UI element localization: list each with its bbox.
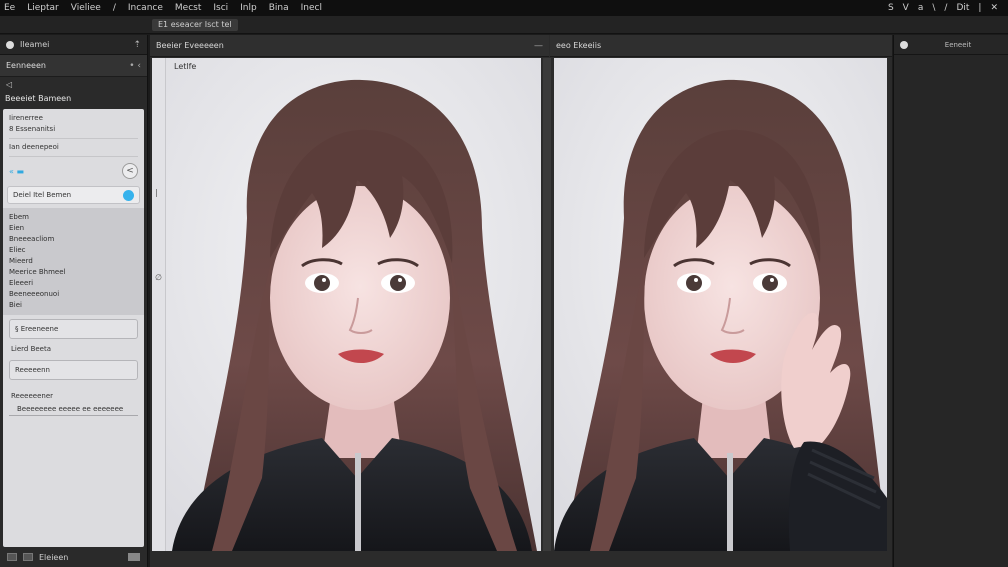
menu-item[interactable]: Bina [269, 3, 289, 13]
field-label: Deiel Itel Bemen [13, 191, 72, 199]
menu-bar: Ee Lieptar Vieliee / Incance Mecst Isci … [0, 0, 1008, 16]
split-divider[interactable] [543, 58, 551, 551]
separator: | [978, 3, 982, 13]
canvas-result[interactable] [554, 58, 887, 551]
menu-item[interactable]: Incance [128, 3, 163, 13]
list-item[interactable]: Biei [3, 300, 144, 311]
photo-editor-app: Ee Lieptar Vieliee / Incance Mecst Isci … [0, 0, 1008, 567]
back-button[interactable]: < [122, 163, 138, 179]
properties-panel: Iirenerree 8 Essenanitsi Ian deenepeoi «… [3, 109, 144, 547]
layer-label: Eenneeen [6, 61, 46, 70]
viewer-title: eeo Ekeeiis [556, 41, 602, 50]
toggle-switch[interactable]: « ▬ [9, 167, 24, 176]
toggle-row: « ▬ < [3, 160, 144, 182]
square-icon[interactable] [23, 553, 33, 561]
viewer-title: Beeier Eveeeeen [156, 41, 224, 50]
close-icon[interactable]: ✕ [990, 3, 998, 13]
layer-row[interactable]: Eenneeen • ‹ [0, 55, 147, 77]
list-item[interactable]: Mieerd [3, 256, 144, 267]
toolbar-icon[interactable]: a [918, 3, 924, 13]
panel-title: Eeneeit [944, 40, 972, 49]
divider [9, 138, 138, 139]
section-title: Beeeiet Bameen [5, 93, 72, 103]
menu-item[interactable]: Isci [213, 3, 228, 13]
list-item[interactable]: Ebem [3, 212, 144, 223]
list-item[interactable]: Eien [3, 223, 144, 234]
menu-item[interactable]: Inecl [301, 3, 322, 13]
property-line: Iirenerree [9, 114, 43, 122]
list-item[interactable]: Beeneeeonuoi [3, 289, 144, 300]
list-item[interactable]: Bneeeacliom [3, 234, 144, 245]
footer-label: Eleieen [39, 552, 69, 562]
toolbar-icon[interactable]: S [888, 3, 894, 13]
panel-header: Eeneeit [894, 35, 1008, 55]
text-input[interactable]: Beeeeeeee eeeee ee eeeeeee [9, 403, 138, 416]
divider [9, 156, 138, 157]
property-line: 8 Essenanitsi [9, 125, 56, 133]
panel-title: Ileamei [20, 40, 50, 49]
field-caption: Lierd Beeta [11, 345, 52, 353]
input-field[interactable]: § Ereeneene [9, 319, 138, 339]
radio-icon[interactable] [6, 40, 14, 49]
list-item[interactable]: Eliec [3, 245, 144, 256]
window-controls: S V a \ / Dit | ✕ [888, 3, 1008, 13]
menu-item[interactable]: Inlp [240, 3, 257, 13]
field-caption: Reeeeeener [11, 392, 54, 400]
canvas-label: Letlfe [174, 62, 197, 71]
viewer-header-right: eeo Ekeeiis [550, 35, 892, 57]
vertical-ruler: | ∅ [152, 58, 166, 551]
option-field[interactable]: Deiel Itel Bemen [7, 186, 140, 204]
pin-icon[interactable]: ⇡ [133, 40, 141, 50]
square-icon[interactable] [7, 553, 17, 561]
panel-footer: Eleieen [3, 550, 144, 564]
collapse-row[interactable]: ◁ [0, 77, 147, 91]
ruler-mark: | [155, 188, 158, 197]
toolbar-icon[interactable]: Dit [956, 3, 969, 13]
menu-item[interactable]: Vieliee [71, 3, 101, 13]
canvas-original[interactable]: | ∅ Letlfe [152, 58, 541, 551]
menu-items: Ee Lieptar Vieliee / Incance Mecst Isci … [0, 3, 322, 13]
input-field[interactable]: Reeeeenn [9, 360, 138, 380]
list-item[interactable]: Eleeeri [3, 278, 144, 289]
menu-item[interactable]: / [113, 3, 116, 13]
property-line: Ian deenepeoi [9, 143, 59, 151]
status-dot-icon[interactable] [123, 189, 134, 201]
path-bar: E1 eseacer Isct tel [0, 16, 1008, 34]
menu-item[interactable]: Lieptar [27, 3, 59, 13]
toolbar-icon[interactable]: \ [932, 3, 935, 13]
list-item[interactable]: Meerice Bhmeel [3, 267, 144, 278]
option-list: Ebem Eien Bneeeacliom Eliec Mieerd Meeri… [3, 208, 144, 315]
layer-options-icon[interactable]: • ‹ [129, 61, 141, 71]
menu-item[interactable]: Ee [4, 3, 15, 13]
menu-item[interactable]: Mecst [175, 3, 201, 13]
portrait-image [554, 58, 887, 551]
viewer-header-left: Beeier Eveeeeen — [150, 35, 549, 57]
ruler-mark: ∅ [155, 273, 162, 282]
right-panel: Eeneeit [893, 35, 1008, 567]
toolbar-icon[interactable]: / [944, 3, 947, 13]
portrait-image [152, 58, 541, 551]
collapse-icon[interactable]: ◁ [6, 80, 12, 89]
left-panel: Ileamei ⇡ Eenneeen • ‹ ◁ Beeeiet Bameen … [0, 35, 148, 567]
toolbar-icon[interactable]: V [903, 3, 909, 13]
panel-header: Ileamei ⇡ [0, 35, 147, 55]
file-path[interactable]: E1 eseacer Isct tel [152, 19, 238, 31]
minimize-icon[interactable]: — [534, 41, 543, 51]
image-viewer: Beeier Eveeeeen — eeo Ekeeiis | ∅ Letlfe [150, 35, 892, 567]
viewer-status-bar [150, 551, 892, 567]
resize-handle-icon[interactable] [128, 553, 140, 561]
radio-icon[interactable] [900, 40, 908, 49]
